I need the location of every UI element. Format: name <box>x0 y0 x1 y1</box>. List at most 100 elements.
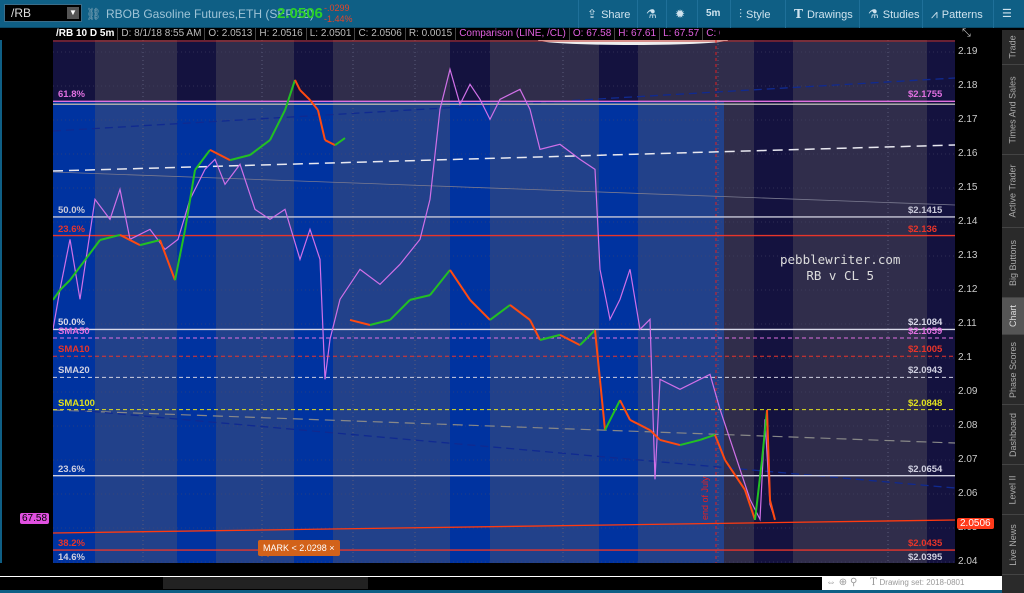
sidebar-tab-big-buttons[interactable]: Big Buttons <box>1002 228 1024 298</box>
legend-comparison-low: L: 67.57 <box>660 28 704 40</box>
sidebar-tab-dashboard[interactable]: Dashboard <box>1002 405 1024 465</box>
right-axis-tick: 2.11 <box>958 318 977 329</box>
legend-range: R: 0.0015 <box>406 28 457 40</box>
right-axis-tick: 2.04 <box>958 556 978 567</box>
legend-title: /RB 10 D 5m <box>53 28 119 40</box>
style-button[interactable]: ⫶ Style <box>730 0 778 28</box>
mark-order-label[interactable]: MARK < 2.0298 × <box>258 540 340 557</box>
level-label-right: $2.1415 <box>908 204 943 216</box>
right-axis-tick: 2.16 <box>958 148 978 159</box>
left-price-axis[interactable] <box>0 40 53 563</box>
legend-comparison-open: O: 67.58 <box>570 28 616 40</box>
sidebar-tab-level-ii[interactable]: Level II <box>1002 465 1024 515</box>
horizontal-scrollbar[interactable] <box>0 576 822 590</box>
level-label-left: SMA10 <box>58 344 90 356</box>
timeframe-button[interactable]: 5m <box>697 0 728 28</box>
session-band-top <box>638 40 724 101</box>
level-label-left: SMA50 <box>58 325 90 337</box>
right-axis-tick: 2.18 <box>958 80 978 91</box>
sidebar-tab-live-news[interactable]: Live News <box>1002 515 1024 575</box>
legend-open: O: 2.0513 <box>205 28 257 40</box>
session-band-top <box>294 40 333 101</box>
level-label-left: SMA20 <box>58 365 90 377</box>
sidebar-tab-label: Times And Sales <box>1008 75 1019 144</box>
right-axis-tick: 2.06 <box>958 488 978 499</box>
last-price: 2.0506 <box>277 5 323 22</box>
sidebar-tab-label: Chart <box>1008 304 1019 328</box>
style-label: Style <box>746 9 771 21</box>
right-axis-tick: 2.13 <box>958 250 978 261</box>
drawing-set[interactable]: Drawing set: 2018-0801 <box>880 578 965 587</box>
text-icon: T <box>794 7 803 21</box>
link-icon[interactable]: ⛓ <box>86 0 101 28</box>
patterns-button[interactable]: ⩘ Patterns <box>922 0 991 28</box>
right-axis-tick: 2.19 <box>958 46 978 57</box>
watermark-line1: pebblewriter.com <box>780 252 901 267</box>
sidebar-tab-times-and-sales[interactable]: Times And Sales <box>1002 65 1024 155</box>
studies-button[interactable]: ⚗ Studies <box>859 0 927 28</box>
session-band-top <box>490 40 599 101</box>
level-label-right: $2.1755 <box>908 89 943 101</box>
sidebar-tab-phase-scores[interactable]: Phase Scores <box>1002 335 1024 405</box>
session-band-future <box>927 40 955 563</box>
sidebar-tab-trade[interactable]: Trade <box>1002 30 1024 65</box>
sidebar-tab-active-trader[interactable]: Active Trader <box>1002 155 1024 228</box>
menu-button[interactable]: ☰ <box>993 0 1020 28</box>
sidebar-tab-label: Big Buttons <box>1008 239 1018 286</box>
collapse-icon[interactable]: ⤡ <box>962 27 971 40</box>
session-band-top <box>599 40 638 101</box>
right-axis-tick: 2.09 <box>958 386 978 397</box>
time-axis[interactable] <box>53 563 955 576</box>
watermark-line2: RB v CL 5 <box>806 268 875 283</box>
sidebar-tab-label: Level II <box>1008 474 1018 505</box>
crosshair-icon[interactable]: ⊕ <box>839 577 847 588</box>
session-band-top <box>333 40 450 101</box>
chevron-down-icon[interactable]: ▼ <box>67 7 79 19</box>
session-band <box>95 101 177 563</box>
share-icon: ⇪ <box>587 7 598 21</box>
session-band-top <box>177 40 216 101</box>
session-band <box>490 101 599 563</box>
legend-high: H: 2.0516 <box>256 28 307 40</box>
right-axis-tick: 2.17 <box>958 114 978 125</box>
gear-icon: ✹ <box>675 7 686 21</box>
sidebar-tab-label: Active Trader <box>1008 164 1018 218</box>
drawings-label: Drawings <box>806 9 853 21</box>
level-label-right: $2.136 <box>908 223 938 235</box>
flask-icon: ⚗ <box>646 7 657 21</box>
sidebar-tab-label: Phase Scores <box>1008 341 1018 398</box>
end-of-july-label: end of July <box>700 476 710 520</box>
sidebar-tab-label: Trade <box>1008 35 1018 59</box>
level-label-left: 23.6% <box>58 223 85 235</box>
share-label: Share <box>601 9 631 21</box>
flask-button[interactable]: ⚗ <box>637 0 669 28</box>
comparison-price-badge: 67.58 <box>20 513 50 524</box>
sidebar-tab-label: Dashboard <box>1008 412 1018 457</box>
legend-comparison[interactable]: Comparison (LINE, /CL) <box>456 28 570 40</box>
right-axis-tick: 2.07 <box>958 454 978 465</box>
pan-icon[interactable]: ⇔ <box>826 577 836 588</box>
session-band-future <box>724 40 754 563</box>
right-axis-tick: 2.1 <box>958 352 972 363</box>
level-label-left: 14.6% <box>58 551 85 563</box>
session-band-future <box>793 40 927 563</box>
percent-change: -1.44% <box>324 14 353 24</box>
price-chart[interactable] <box>53 40 955 563</box>
flask-icon: ⚗ <box>868 7 879 21</box>
level-label-left: 23.6% <box>58 463 85 475</box>
sidebar-tab-chart[interactable]: Chart <box>1002 298 1024 335</box>
candle-icon: ⫶ <box>739 7 743 21</box>
right-axis-tick: 2.14 <box>958 216 978 227</box>
zoom-icon[interactable]: ⚲ <box>850 577 857 588</box>
drawings-button[interactable]: T Drawings <box>785 0 861 28</box>
scrollbar-thumb[interactable] <box>163 577 368 589</box>
symbol-input[interactable]: /RB ▼ <box>4 4 82 22</box>
session-band <box>599 101 638 563</box>
level-label-right: $2.0435 <box>908 538 943 550</box>
session-band <box>333 101 450 563</box>
text-icon[interactable]: T <box>870 577 877 588</box>
settings-button[interactable]: ✹ <box>666 0 697 28</box>
share-button[interactable]: ⇪ Share <box>578 0 638 28</box>
session-band <box>216 101 294 563</box>
watermark: pebblewriter.com RB v CL 5 <box>780 252 900 284</box>
